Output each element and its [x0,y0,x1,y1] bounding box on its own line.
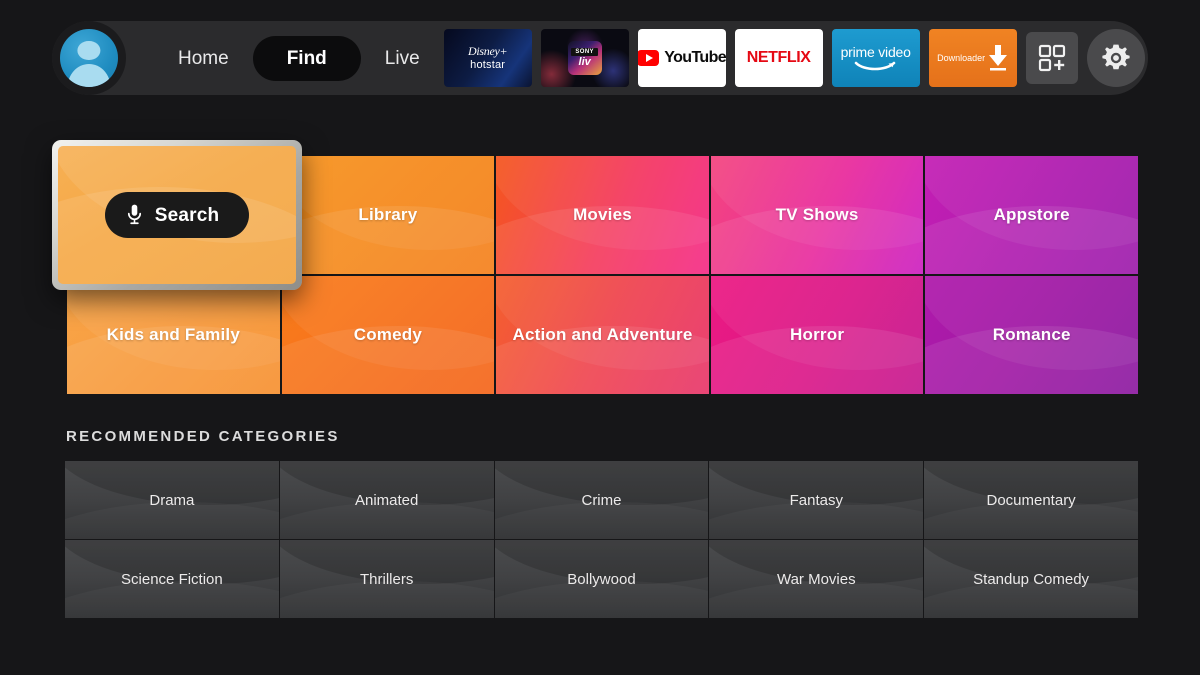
recommended-item-label: Animated [355,491,419,509]
search-label: Search [154,204,220,226]
recommended-item-war-movies[interactable]: War Movies [709,540,924,618]
app-tile-netflix[interactable]: NETFLIX [734,29,823,87]
tile-kids-and-family[interactable]: Kids and Family [67,276,280,394]
tile-label: Romance [992,325,1071,344]
recommended-item-label: Standup Comedy [973,570,1090,588]
tile-action-and-adventure[interactable]: Action and Adventure [496,276,709,394]
tile-label: Kids and Family [106,325,240,344]
sonyliv-logo-line2: liv [578,56,591,68]
youtube-play-icon [637,50,660,66]
tile-label: Appstore [993,205,1070,224]
recommended-item-animated[interactable]: Animated [279,461,494,539]
tile-romance[interactable]: Romance [925,276,1138,394]
app-tile-sonyliv[interactable]: SONY liv [540,29,629,87]
profile-avatar[interactable] [52,21,126,95]
tile-appstore[interactable]: Appstore [925,156,1138,274]
app-tile-youtube[interactable]: YouTube [637,29,726,87]
person-icon [60,29,118,87]
hotstar-logo: Disney+ hotstar [467,43,508,71]
voice-search-button[interactable]: Search [104,192,250,238]
app-library-button[interactable] [1025,32,1078,84]
recommended-item-drama[interactable]: Drama [65,461,279,539]
recommended-item-label: War Movies [776,570,856,588]
prime-video-logo-text: prime video [840,43,911,60]
recommended-item-crime[interactable]: Crime [494,461,709,539]
recommended-item-label: Fantasy [789,491,843,509]
nav-item-home[interactable]: Home [154,39,253,78]
sonyliv-logo: SONY liv [567,41,602,75]
recommended-item-documentary[interactable]: Documentary [924,461,1138,539]
recommended-item-label: Science Fiction [121,570,223,588]
sonyliv-logo-line1: SONY [571,48,598,56]
tile-horror[interactable]: Horror [710,276,924,394]
tile-label: Action and Adventure [512,325,693,344]
recommended-item-standup-comedy[interactable]: Standup Comedy [924,540,1138,618]
amazon-smile-icon [854,61,895,70]
app-shortcut-row: Disney+ hotstar SONY liv YouTube NETFLIX… [443,29,1145,87]
top-navigation-bar: Home Find Live Disney+ hotstar SONY liv … [52,21,1148,95]
recommended-item-fantasy[interactable]: Fantasy [709,461,924,539]
recommended-item-thrillers[interactable]: Thrillers [279,540,494,618]
recommended-item-label: Thrillers [360,570,414,588]
app-grid-plus-icon [1038,44,1065,72]
tile-label: TV Shows [775,205,859,224]
recommended-categories-grid: Drama Animated Crime Fantasy Documentary… [65,461,1138,618]
recommended-item-label: Bollywood [567,570,636,588]
nav-item-live[interactable]: Live [361,39,444,78]
microphone-icon [127,204,141,225]
tile-label: Comedy [353,325,423,344]
recommended-item-label: Drama [149,491,195,509]
search-tile-focused[interactable]: Search [52,140,302,290]
recommended-item-label: Documentary [986,491,1076,509]
recommended-item-science-fiction[interactable]: Science Fiction [65,540,279,618]
app-tile-prime-video[interactable]: prime video [831,29,920,87]
tile-movies[interactable]: Movies [496,156,709,274]
hotstar-logo-line1: Disney+ [467,43,508,58]
netflix-logo-text: NETFLIX [746,49,811,66]
recommended-categories-heading: RECOMMENDED CATEGORIES [66,428,340,445]
nav-links: Home Find Live [154,35,444,81]
gear-icon [1102,44,1130,70]
youtube-logo-text: YouTube [664,49,726,66]
app-tile-downloader[interactable]: Downloader [928,29,1017,87]
download-arrow-icon [989,45,1008,71]
app-tile-hotstar[interactable]: Disney+ hotstar [443,29,532,87]
downloader-logo-text: Downloader [937,52,986,63]
hotstar-logo-line2: hotstar [470,58,506,71]
tile-label: Movies [573,205,632,224]
recommended-item-label: Crime [581,491,622,509]
nav-item-find[interactable]: Find [252,35,361,81]
settings-button[interactable] [1086,29,1145,87]
tile-tv-shows[interactable]: TV Shows [710,156,924,274]
tile-library[interactable]: Library [281,156,495,274]
tile-label: Library [358,205,418,224]
tile-comedy[interactable]: Comedy [281,276,495,394]
tile-label: Horror [790,325,845,344]
recommended-item-bollywood[interactable]: Bollywood [494,540,709,618]
